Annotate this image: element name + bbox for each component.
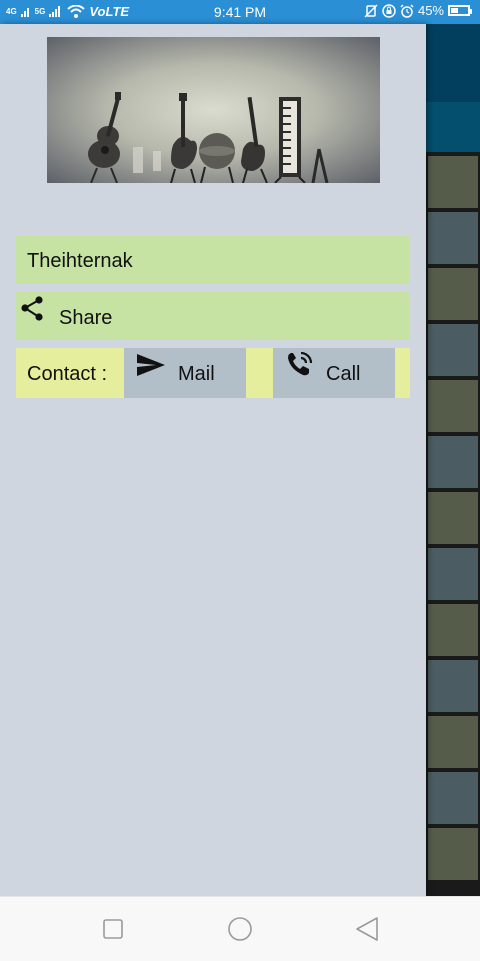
background-tile xyxy=(428,660,478,712)
back-icon[interactable] xyxy=(353,915,381,943)
contact-row: Contact : Mail Call xyxy=(16,348,410,398)
contact-label: Contact : xyxy=(27,363,108,385)
background-tile xyxy=(428,268,478,320)
background-tile xyxy=(428,492,478,544)
drawer-header-image xyxy=(47,37,380,183)
call-label: Call xyxy=(326,363,361,385)
cymbal-shape xyxy=(199,133,235,183)
acoustic-guitar-shape xyxy=(88,92,121,183)
background-app xyxy=(426,24,480,896)
recents-icon[interactable] xyxy=(99,915,127,943)
drawer-item-name-label: Theihternak xyxy=(27,250,133,272)
electric-guitar-shape xyxy=(170,93,197,183)
alarm-icon xyxy=(400,3,414,18)
status-right: 45% xyxy=(364,3,472,18)
vibrate-off-icon xyxy=(364,3,378,18)
background-tile xyxy=(428,324,478,376)
background-app-tabs xyxy=(426,102,480,152)
instruments-illustration xyxy=(88,92,329,183)
status-bar: 4G 5G VoLTE 9:41 PM 45% xyxy=(0,0,480,24)
bass-guitar-shape xyxy=(241,96,268,183)
navigation-bar xyxy=(0,896,480,961)
send-icon xyxy=(137,354,165,376)
background-tile xyxy=(428,604,478,656)
background-tile xyxy=(428,212,478,264)
keyboard-shape xyxy=(274,97,306,183)
phone-call-icon xyxy=(288,351,313,376)
mail-button[interactable]: Mail xyxy=(124,348,246,398)
background-app-bar xyxy=(426,24,480,102)
background-tile xyxy=(428,548,478,600)
call-button[interactable]: Call xyxy=(273,348,395,398)
battery-icon xyxy=(448,5,472,16)
share-label: Share xyxy=(59,307,113,329)
background-tile xyxy=(428,716,478,768)
battery-fill xyxy=(451,8,458,13)
navigation-drawer: Theihternak Share Contact : Mail Call xyxy=(0,24,426,896)
home-icon[interactable] xyxy=(226,915,254,943)
background-tile xyxy=(428,436,478,488)
drawer-item-share[interactable]: Share xyxy=(16,292,410,340)
lock-rotation-icon xyxy=(382,3,396,18)
battery-percent: 45% xyxy=(417,3,444,18)
drawer-item-name[interactable]: Theihternak xyxy=(16,236,410,284)
share-icon xyxy=(21,296,43,321)
background-tile xyxy=(428,380,478,432)
background-tile xyxy=(428,828,478,880)
background-tile xyxy=(428,772,478,824)
background-tile xyxy=(428,156,478,208)
mail-label: Mail xyxy=(178,363,215,385)
